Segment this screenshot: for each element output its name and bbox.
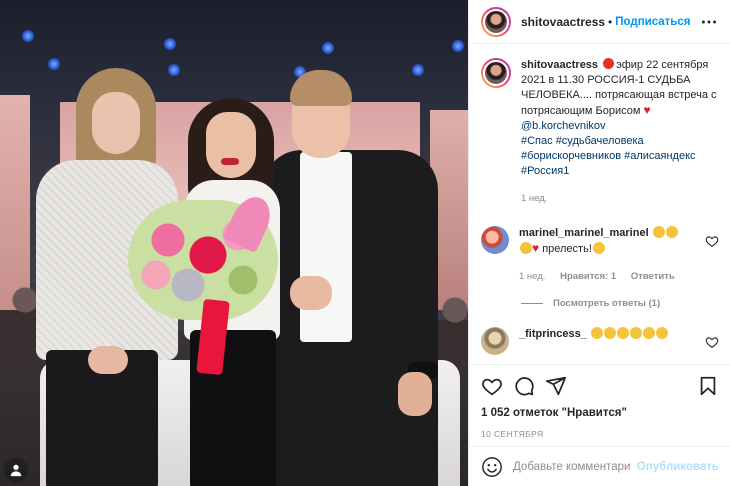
clap-icon: [629, 327, 642, 339]
hashtags-line[interactable]: #Спас #судьбачеловека: [521, 134, 719, 149]
replies-divider: [521, 303, 543, 304]
add-comment-bar: Опубликовать: [469, 446, 730, 486]
smile-emoji-icon: [592, 242, 605, 254]
person-center-face: [206, 112, 256, 178]
clap-icon: [652, 226, 665, 238]
person-right-hand: [398, 372, 432, 416]
stage-light: [168, 64, 180, 76]
clap-icon: [603, 327, 616, 339]
author-username[interactable]: shitovaactress: [521, 15, 605, 29]
commenter-username[interactable]: marinel_marinel_marinel: [519, 227, 649, 239]
person-left-hands: [88, 346, 128, 374]
commenter-username[interactable]: _fitprincess_: [519, 328, 587, 340]
post-header: shitovaactress • Подписаться: [469, 0, 730, 44]
more-options-icon[interactable]: [697, 10, 721, 34]
comment-row: marinel_marinel_marinel ♥ прелесть! 1 не…: [481, 226, 719, 284]
person-center-lips: [221, 158, 239, 165]
comment-like-icon[interactable]: [705, 335, 719, 349]
comments-list[interactable]: shitovaactress эфир 22 сентября 2021 в 1…: [469, 44, 730, 364]
mention-link[interactable]: @b.korchevnikov: [521, 119, 719, 134]
clap-icon: [655, 327, 668, 339]
separator-dot: •: [608, 14, 613, 29]
hashtags-line[interactable]: #Россия1: [521, 164, 719, 179]
smile-icon[interactable]: [481, 456, 503, 478]
user-tag-icon: [10, 464, 22, 477]
stage-light: [164, 38, 176, 50]
clap-icon: [590, 327, 603, 339]
heart-emoji-icon: ♥: [532, 241, 540, 255]
post-sidebar: shitovaactress • Подписаться shitovaactr…: [468, 0, 730, 486]
caption-avatar[interactable]: [481, 58, 511, 88]
stage-light: [322, 42, 334, 54]
heart-icon[interactable]: [481, 375, 503, 397]
view-replies-button[interactable]: Посмотреть ответы (1): [521, 298, 719, 309]
post-actions: 1 052 отметок "Нравится" 10 СЕНТЯБРЯ: [469, 364, 730, 444]
red-circle-icon: [603, 58, 615, 69]
person-left-face: [92, 92, 140, 154]
stage-light: [412, 64, 424, 76]
clap-icon: [616, 327, 629, 339]
comment-input[interactable]: [513, 460, 631, 473]
publish-button[interactable]: Опубликовать: [637, 461, 719, 473]
follow-button[interactable]: Подписаться: [615, 16, 690, 28]
likes-count[interactable]: 1 052 отметок "Нравится": [481, 407, 719, 419]
hashtags-line[interactable]: #борискорчевников #алисаяндекс: [521, 149, 719, 164]
comment-like-icon[interactable]: [705, 234, 719, 248]
person-right-fist: [290, 276, 332, 310]
comment-icon[interactable]: [513, 375, 535, 397]
caption-time[interactable]: 1 нед.: [521, 193, 547, 204]
comment-likes[interactable]: Нравится: 1: [560, 271, 616, 282]
clap-icon: [520, 242, 532, 254]
comment-row: _fitprincess_: [481, 327, 719, 355]
person-right-shirt: [300, 152, 352, 342]
comment-text: прелесть!: [542, 243, 592, 255]
view-replies-label: Посмотреть ответы (1): [553, 298, 661, 309]
clap-icon: [642, 327, 655, 339]
user-icon[interactable]: [4, 458, 28, 482]
author-avatar[interactable]: [481, 6, 511, 37]
broken-heart-icon: ♥: [643, 103, 651, 117]
caption-meta: 1 нед.: [521, 191, 719, 206]
clap-icon: [665, 226, 678, 238]
caption-row: shitovaactress эфир 22 сентября 2021 в 1…: [481, 58, 719, 206]
commenter-avatar[interactable]: [481, 226, 509, 254]
stage-light: [452, 40, 464, 52]
reply-button[interactable]: Ответить: [631, 271, 675, 282]
stage-light: [48, 58, 60, 70]
bookmark-icon[interactable]: [697, 375, 719, 397]
stage-light: [22, 30, 34, 42]
caption-username[interactable]: shitovaactress: [521, 59, 598, 71]
comment-meta: 1 нед. Нравится: 1 Ответить: [519, 269, 701, 284]
post-photo[interactable]: [0, 0, 468, 486]
post-date[interactable]: 10 СЕНТЯБРЯ: [481, 429, 719, 439]
commenter-avatar[interactable]: [481, 327, 509, 355]
comment-time[interactable]: 1 нед.: [519, 271, 545, 282]
share-icon[interactable]: [545, 375, 567, 397]
